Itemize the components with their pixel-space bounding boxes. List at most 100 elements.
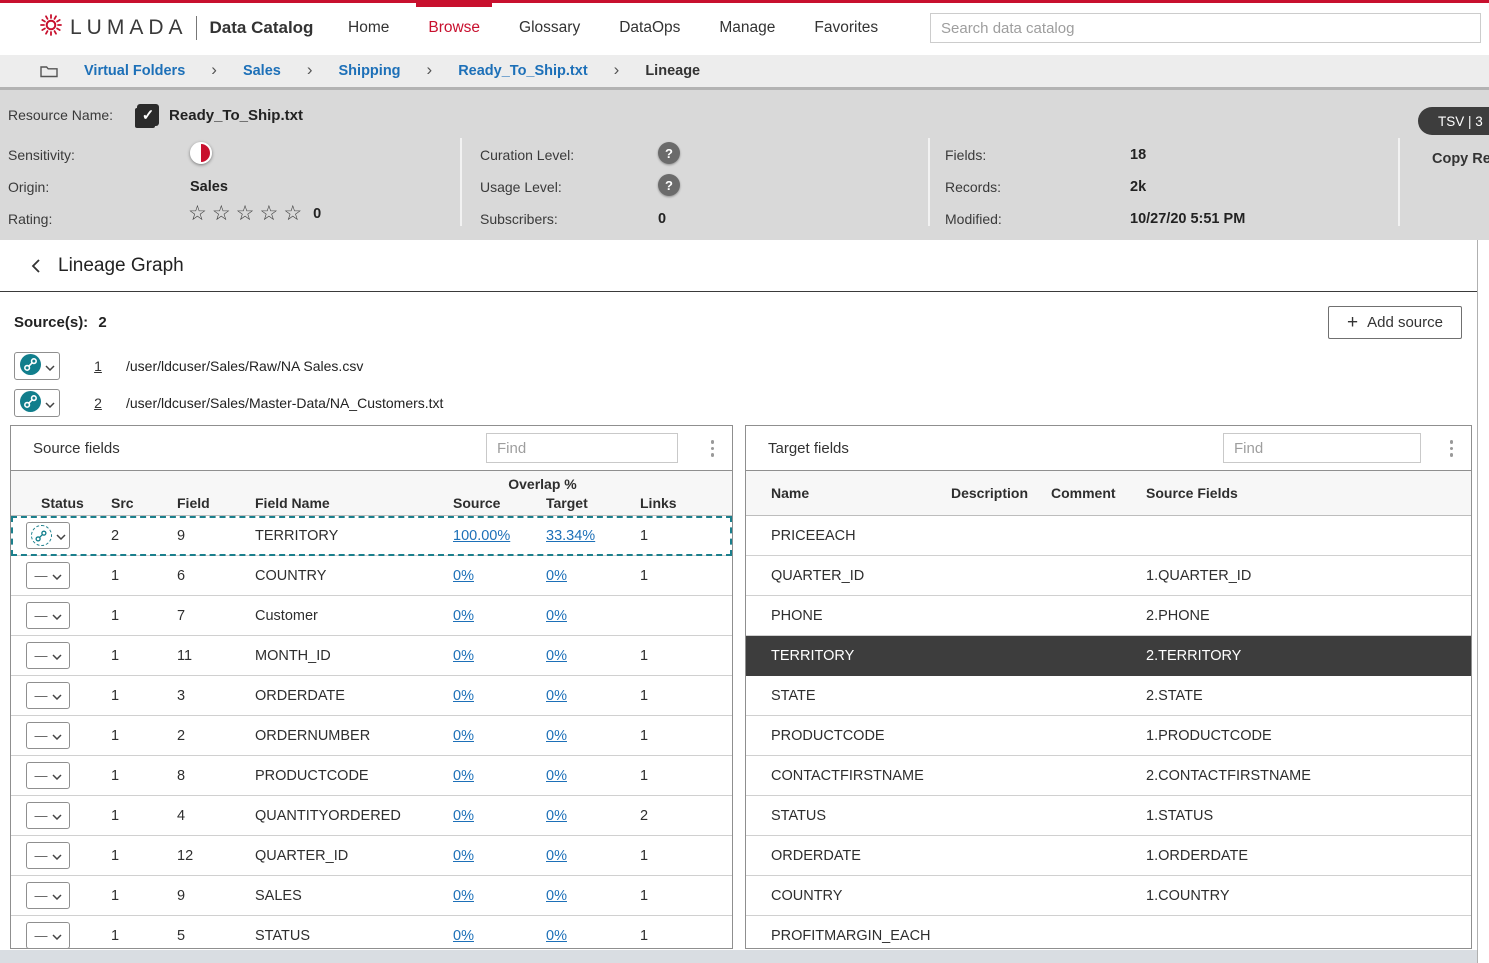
links-count: 1 xyxy=(630,688,732,704)
status-dropdown[interactable]: — xyxy=(26,602,70,629)
nav-dataops[interactable]: DataOps xyxy=(619,0,680,55)
nav-favorites[interactable]: Favorites xyxy=(814,0,878,55)
checked-resource-icon[interactable]: ✓ xyxy=(137,104,159,126)
source-overlap-link[interactable]: 0% xyxy=(453,728,474,744)
target-field-row[interactable]: ORDERDATE1.ORDERDATE xyxy=(746,836,1471,876)
target-overlap-link[interactable]: 0% xyxy=(546,648,567,664)
target-fields-find-input[interactable] xyxy=(1223,433,1421,463)
breadcrumb-sales[interactable]: Sales xyxy=(243,63,281,79)
status-dropdown[interactable]: — xyxy=(26,802,70,829)
source-field-row[interactable]: —17Customer0%0% xyxy=(11,596,732,636)
status-dropdown[interactable]: — xyxy=(26,762,70,789)
source-overlap-link[interactable]: 100.00% xyxy=(453,528,510,544)
target-overlap-link[interactable]: 0% xyxy=(546,928,567,944)
nav-manage[interactable]: Manage xyxy=(719,0,775,55)
source-field-row[interactable]: —15STATUS0%0%1 xyxy=(11,916,732,949)
source-field-row[interactable]: —13ORDERDATE0%0%1 xyxy=(11,676,732,716)
target-name: PRODUCTCODE xyxy=(771,728,951,744)
source-overlap-link[interactable]: 0% xyxy=(453,888,474,904)
star-icon[interactable]: ☆ xyxy=(259,203,278,224)
source-field-row[interactable]: —19SALES0%0%1 xyxy=(11,876,732,916)
target-field-row[interactable]: STATUS1.STATUS xyxy=(746,796,1471,836)
target-field-row[interactable]: PHONE2.PHONE xyxy=(746,596,1471,636)
source-field-row[interactable]: —111MONTH_ID0%0%1 xyxy=(11,636,732,676)
target-overlap-link[interactable]: 33.34% xyxy=(546,528,595,544)
source-overlap-link[interactable]: 0% xyxy=(453,928,474,944)
status-dropdown[interactable]: — xyxy=(26,842,70,869)
target-overlap-link[interactable]: 0% xyxy=(546,728,567,744)
target-overlap-link[interactable]: 0% xyxy=(546,768,567,784)
status-dropdown[interactable]: — xyxy=(26,562,70,589)
target-field-row[interactable]: CONTACTFIRSTNAME2.CONTACTFIRSTNAME xyxy=(746,756,1471,796)
target-overlap-link[interactable]: 0% xyxy=(546,808,567,824)
source-overlap-link[interactable]: 0% xyxy=(453,608,474,624)
add-source-button[interactable]: + Add source xyxy=(1328,306,1462,339)
source-link-dropdown[interactable] xyxy=(14,389,60,417)
status-dropdown[interactable]: — xyxy=(26,642,70,669)
target-overlap-link[interactable]: 0% xyxy=(546,568,567,584)
target-field-row[interactable]: PRODUCTCODE1.PRODUCTCODE xyxy=(746,716,1471,756)
kebab-menu-icon[interactable] xyxy=(709,438,717,459)
target-field-row[interactable]: TERRITORY2.TERRITORY xyxy=(746,636,1471,676)
col-src: Src xyxy=(111,495,177,511)
star-icon[interactable]: ☆ xyxy=(283,203,302,224)
source-overlap-link[interactable]: 0% xyxy=(453,648,474,664)
nav-browse[interactable]: Browse xyxy=(428,0,480,55)
target-overlap-link[interactable]: 0% xyxy=(546,848,567,864)
status-dropdown[interactable]: — xyxy=(26,682,70,709)
status-dropdown[interactable]: — xyxy=(26,882,70,909)
usage-help-icon[interactable]: ? xyxy=(658,174,680,196)
target-field-row[interactable]: COUNTRY1.COUNTRY xyxy=(746,876,1471,916)
product-name: Data Catalog xyxy=(210,18,314,38)
format-badge[interactable]: TSV | 3 xyxy=(1418,107,1489,135)
status-dropdown[interactable]: — xyxy=(26,922,70,949)
logo[interactable]: LUMADA Data Catalog xyxy=(38,0,313,55)
source-overlap-link[interactable]: 0% xyxy=(453,768,474,784)
search-input[interactable] xyxy=(930,13,1481,43)
source-fields-find-input[interactable] xyxy=(486,433,678,463)
target-overlap-link[interactable]: 0% xyxy=(546,888,567,904)
star-icon[interactable]: ☆ xyxy=(188,203,207,224)
sensitivity-icon[interactable] xyxy=(190,142,212,164)
nav-glossary[interactable]: Glossary xyxy=(519,0,580,55)
target-field-row[interactable]: PROFITMARGIN_EACH xyxy=(746,916,1471,949)
star-icon[interactable]: ☆ xyxy=(236,203,255,224)
target-name: CONTACTFIRSTNAME xyxy=(771,768,951,784)
target-overlap-link[interactable]: 0% xyxy=(546,688,567,704)
breadcrumb-separator: › xyxy=(614,60,620,80)
target-overlap-link[interactable]: 0% xyxy=(546,608,567,624)
source-field-row[interactable]: —18PRODUCTCODE0%0%1 xyxy=(11,756,732,796)
star-icon[interactable]: ☆ xyxy=(212,203,231,224)
status-dropdown[interactable] xyxy=(26,522,70,549)
nav-home[interactable]: Home xyxy=(348,0,389,55)
source-field-row[interactable]: 29TERRITORY100.00%33.34%1 xyxy=(11,516,732,556)
target-name: QUARTER_ID xyxy=(771,568,951,584)
logo-divider xyxy=(196,16,197,40)
target-field-row[interactable]: STATE2.STATE xyxy=(746,676,1471,716)
unlinked-status-icon: — xyxy=(35,889,48,902)
source-link-dropdown[interactable] xyxy=(14,352,60,380)
target-field-row[interactable]: QUARTER_ID1.QUARTER_ID xyxy=(746,556,1471,596)
status-dropdown[interactable]: — xyxy=(26,722,70,749)
source-overlap-link[interactable]: 0% xyxy=(453,808,474,824)
breadcrumb-virtual-folders[interactable]: Virtual Folders xyxy=(84,63,185,79)
source-overlap-link[interactable]: 0% xyxy=(453,688,474,704)
copy-resource-link[interactable]: Copy Res xyxy=(1432,151,1489,167)
kebab-menu-icon[interactable] xyxy=(1448,438,1456,459)
source-overlap-link[interactable]: 0% xyxy=(453,848,474,864)
curation-help-icon[interactable]: ? xyxy=(658,142,680,164)
source-field-row[interactable]: —12ORDERNUMBER0%0%1 xyxy=(11,716,732,756)
source-overlap-link[interactable]: 0% xyxy=(453,568,474,584)
source-index-link[interactable]: 2 xyxy=(78,395,118,411)
source-field-row[interactable]: —112QUARTER_ID0%0%1 xyxy=(11,836,732,876)
src-number: 1 xyxy=(111,568,177,584)
breadcrumb-resource[interactable]: Ready_To_Ship.txt xyxy=(458,63,587,79)
target-fields-column-header: Name Description Comment Source Fields xyxy=(746,471,1471,516)
source-field-row[interactable]: —14QUANTITYORDERED0%0%2 xyxy=(11,796,732,836)
breadcrumb-shipping[interactable]: Shipping xyxy=(339,63,401,79)
src-number: 1 xyxy=(111,848,177,864)
source-index-link[interactable]: 1 xyxy=(78,358,118,374)
back-chevron-icon[interactable] xyxy=(30,257,42,275)
source-field-row[interactable]: —16COUNTRY0%0%1 xyxy=(11,556,732,596)
target-field-row[interactable]: PRICEEACH xyxy=(746,516,1471,556)
